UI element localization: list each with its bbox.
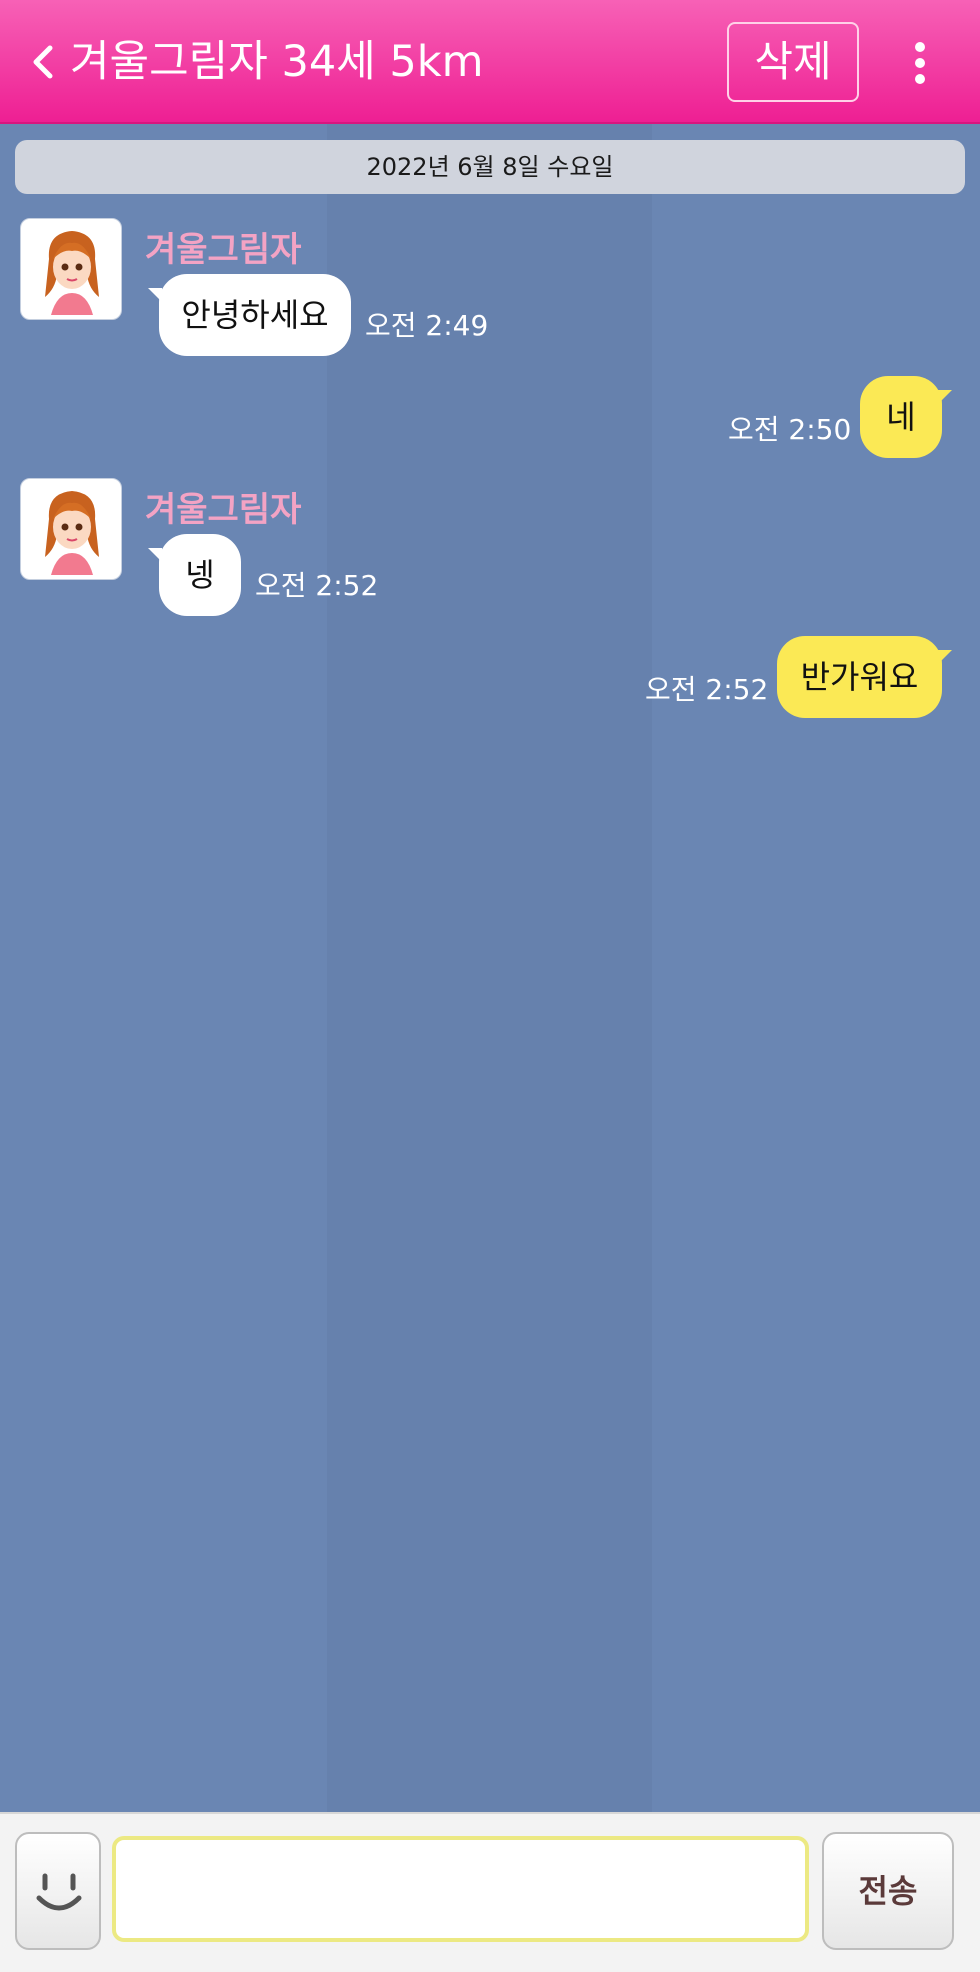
message-time: 오전 2:52	[645, 673, 769, 706]
emoji-button[interactable]	[15, 1832, 101, 1950]
chat-title: 겨울그림자 34세 5km	[70, 37, 484, 87]
smiley-icon	[36, 1873, 82, 1911]
avatar-image	[45, 491, 99, 575]
avatar-image	[45, 231, 99, 315]
message-input-bar: 전송	[0, 1812, 980, 1972]
message-bubble[interactable]: 안녕하세요	[159, 274, 351, 356]
chat-area[interactable]	[0, 124, 980, 1812]
sender-name: 겨울그림자	[145, 230, 302, 270]
more-options-button[interactable]	[900, 38, 940, 86]
more-vertical-icon	[915, 42, 925, 52]
message-time: 오전 2:49	[365, 309, 489, 342]
sender-name: 겨울그림자	[145, 490, 302, 530]
delete-button[interactable]: 삭제	[727, 22, 859, 102]
avatar[interactable]	[20, 218, 122, 320]
message-time: 오전 2:52	[255, 569, 379, 602]
message-bubble[interactable]: 반가워요	[777, 636, 942, 718]
back-button[interactable]	[24, 38, 64, 86]
avatar[interactable]	[20, 478, 122, 580]
date-divider: 2022년 6월 8일 수요일	[15, 140, 965, 194]
message-time: 오전 2:50	[728, 413, 852, 446]
chat-header: 겨울그림자 34세 5km 삭제	[0, 0, 980, 124]
send-button[interactable]: 전송	[822, 1832, 954, 1950]
message-bubble[interactable]: 넹	[159, 534, 241, 616]
chevron-left-icon	[33, 45, 53, 79]
message-bubble[interactable]: 네	[860, 376, 942, 458]
message-input[interactable]	[112, 1836, 809, 1942]
